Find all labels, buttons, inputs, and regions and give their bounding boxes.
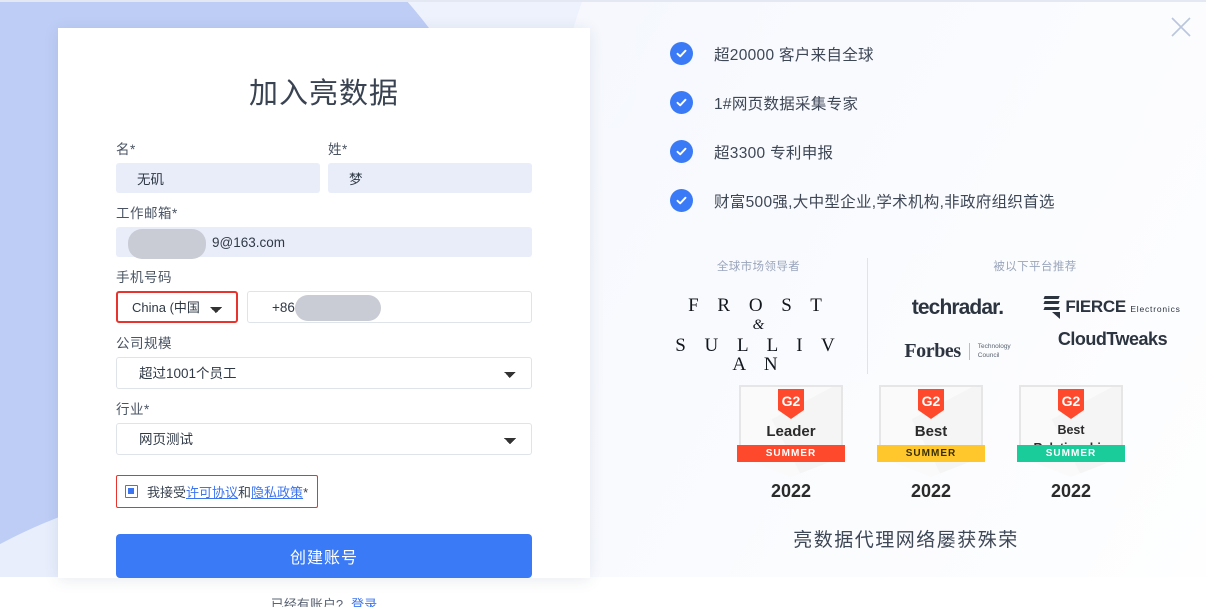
g2-logo-icon: G2 — [1058, 389, 1084, 419]
g2-badge-year: 2022 — [770, 481, 812, 501]
fierce-name: FIERCE — [1065, 297, 1126, 317]
g2-badge-year: 2022 — [1050, 481, 1092, 501]
industry-group: 行业* 网页测试 — [116, 398, 532, 455]
benefits-list: 超20000 客户来自全球 1#网页数据采集专家 超3300 专利申报 财富50… — [670, 42, 1180, 238]
check-circle-icon — [670, 140, 693, 163]
g2-badge-title: Leader — [766, 423, 816, 440]
terms-prefix: 我接受 — [147, 485, 187, 500]
marketing-panel: 超20000 客户来自全球 1#网页数据采集专家 超3300 专利申报 财富50… — [606, 0, 1206, 607]
g2-badge-season: SUMMER — [1017, 445, 1125, 462]
forbes-council-text: Technology Council — [968, 343, 1011, 360]
terms-checkbox[interactable] — [125, 485, 138, 498]
first-name-group: 名* — [116, 138, 320, 193]
list-item: 财富500强,大中型企业,学术机构,非政府组织首选 — [670, 189, 1180, 212]
cloudtweaks-logo: CloudTweaks — [1057, 329, 1168, 350]
country-code-select[interactable]: China (中国 — [116, 291, 238, 323]
g2-badge-best-usability: G2 Best Usability SUMMER 2022 — [877, 385, 985, 502]
email-label: 工作邮箱* — [116, 206, 178, 221]
frost-line-1: F R O S T — [688, 295, 829, 316]
market-leader-column: 全球市场领导者 F R O S T & S U L L I V A N — [666, 258, 851, 374]
last-name-input[interactable] — [328, 163, 532, 193]
featured-on-column: 被以下平台推荐 techradar. Forbes Technology Cou… — [884, 258, 1186, 374]
g2-logo-icon: G2 — [778, 389, 804, 419]
list-item: 超20000 客户来自全球 — [670, 42, 1180, 65]
check-circle-icon — [670, 189, 693, 212]
g2-badge-best-relationship: G2 Best Relationship SUMMER 2022 — [1017, 385, 1125, 502]
create-account-button[interactable]: 创建账号 — [116, 534, 532, 578]
forbes-logo: Forbes Technology Council — [884, 340, 1031, 363]
page-title: 加入亮数据 — [248, 78, 399, 110]
g2-badge-title-line-1: Best — [914, 423, 948, 440]
privacy-policy-link[interactable]: 隐私政策 — [251, 485, 303, 500]
company-size-group: 公司规模 超过1001个员工 — [116, 332, 532, 389]
frost-line-2: S U L L I V A N — [675, 335, 842, 375]
list-item: 超3300 专利申报 — [670, 140, 1180, 163]
email-input[interactable] — [116, 227, 532, 257]
benefit-text: 超20000 客户来自全球 — [714, 46, 874, 64]
frost-ampersand: & — [752, 317, 765, 333]
g2-badges: G2 Leader SUMMER 2022 G2 Best Usability … — [666, 385, 1196, 502]
login-link[interactable]: 登录 — [351, 597, 377, 607]
last-name-group: 姓* — [328, 138, 532, 193]
terms-acceptance-row[interactable]: 我接受许可协议和隐私政策* — [116, 475, 319, 508]
g2-badge-season: SUMMER — [877, 445, 985, 462]
list-item: 1#网页数据采集专家 — [670, 91, 1180, 114]
signup-modal: 加入亮数据 名* 姓* 工作邮箱* 手机号码 — [0, 0, 1206, 607]
g2-badge-year: 2022 — [910, 481, 952, 501]
fierce-electronics-logo: FIERCE Electronics — [1039, 296, 1186, 320]
fierce-subtitle: Electronics — [1130, 304, 1181, 315]
phone-group: 手机号码 China (中国 — [116, 266, 532, 323]
fierce-mark-icon — [1043, 296, 1061, 320]
email-group: 工作邮箱* — [116, 202, 532, 259]
check-circle-icon — [670, 42, 693, 65]
benefit-text: 超3300 专利申报 — [714, 144, 834, 162]
industry-label: 行业* — [116, 402, 150, 417]
first-name-label: 名* — [116, 142, 136, 157]
techradar-forbes-group: techradar. Forbes Technology Council — [884, 296, 1031, 363]
benefit-text: 财富500强,大中型企业,学术机构,非政府组织首选 — [714, 193, 1055, 211]
terms-between: 和 — [238, 485, 252, 500]
check-circle-icon — [670, 91, 693, 114]
featured-on-heading: 被以下平台推荐 — [993, 261, 1077, 273]
logo-section: 全球市场领导者 F R O S T & S U L L I V A N 被以下平… — [666, 258, 1186, 374]
terms-required-mark: * — [303, 485, 309, 500]
g2-badge-leader: G2 Leader SUMMER 2022 — [737, 385, 845, 502]
name-row: 名* 姓* — [116, 138, 532, 193]
forbes-wordmark: Forbes — [904, 340, 961, 362]
login-prompt-row: 已经有账户? 登录 — [116, 594, 532, 607]
g2-badge-season: SUMMER — [737, 445, 845, 462]
logo-divider — [867, 258, 868, 374]
first-name-input[interactable] — [116, 163, 320, 193]
techradar-logo: techradar. — [911, 296, 1004, 319]
benefit-text: 1#网页数据采集专家 — [714, 95, 859, 113]
company-size-select[interactable]: 超过1001个员工 — [116, 357, 532, 389]
close-icon[interactable] — [1166, 12, 1196, 42]
forbes-council-line-1: Technology — [977, 343, 1011, 351]
forbes-council-line-2: Council — [977, 351, 1000, 359]
awards-caption: 亮数据代理网络屡获殊荣 — [793, 530, 1019, 551]
fierce-wordmark: FIERCE Electronics — [1065, 298, 1180, 317]
fierce-cloudtweaks-group: FIERCE Electronics CloudTweaks — [1039, 296, 1186, 363]
industry-select[interactable]: 网页测试 — [116, 423, 532, 455]
phone-number-input[interactable] — [247, 291, 532, 323]
g2-badge-title-line-1: Best — [1057, 423, 1085, 437]
terms-text: 我接受许可协议和隐私政策* — [147, 482, 308, 501]
phone-label: 手机号码 — [116, 270, 172, 285]
login-prompt-text: 已经有账户? — [270, 597, 344, 607]
company-size-label: 公司规模 — [116, 336, 172, 351]
g2-logo-icon: G2 — [918, 389, 944, 419]
signup-form-card: 加入亮数据 名* 姓* 工作邮箱* 手机号码 — [58, 28, 590, 607]
frost-sullivan-logo: F R O S T & S U L L I V A N — [666, 296, 851, 374]
market-leader-heading: 全球市场领导者 — [716, 261, 801, 273]
license-agreement-link[interactable]: 许可协议 — [186, 485, 238, 500]
last-name-label: 姓* — [328, 142, 348, 157]
